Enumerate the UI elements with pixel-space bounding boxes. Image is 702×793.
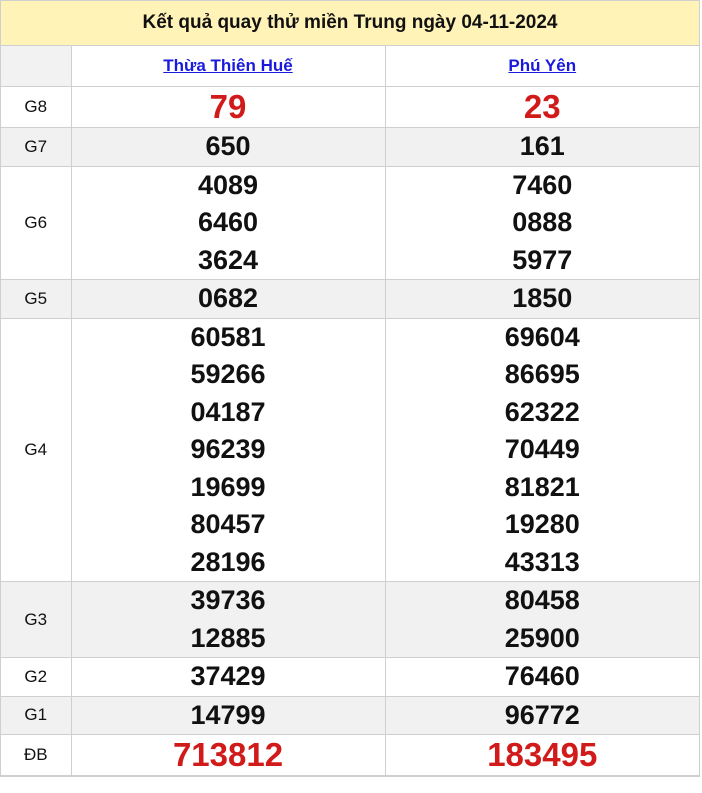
prize-number: 69604 [504, 321, 580, 352]
prize-number: 23 [523, 88, 561, 125]
lottery-results-table: Kết quả quay thử miền Trung ngày 04-11-2… [0, 0, 700, 777]
prize-number: 14799 [190, 699, 266, 730]
prize-number: 1850 [512, 283, 573, 313]
prize-label: G4 [1, 317, 72, 582]
prize-number: 0888 [512, 207, 573, 237]
prize-row-g6: G6 4089 6460 3624 7460 0888 5977 [1, 165, 699, 280]
prize-number: 5977 [512, 244, 573, 275]
prize-number: 70449 [504, 434, 580, 464]
prize-number: 96239 [190, 434, 266, 464]
prize-cell: 37429 [70, 657, 386, 697]
prize-cell: 650 [70, 127, 386, 167]
prize-number: 76460 [504, 661, 580, 691]
prize-cell: 161 [384, 127, 699, 167]
province-header-row: Thừa Thiên Huế Phú Yên [1, 46, 699, 87]
prize-number: 19280 [504, 509, 580, 539]
prize-cell: 80458 25900 [384, 581, 699, 658]
prize-number: 80457 [190, 509, 266, 539]
province-header: Phú Yên [384, 46, 699, 87]
prize-number: 86695 [504, 359, 580, 389]
prize-row-g8: G8 79 23 [1, 86, 699, 128]
prize-number: 96772 [504, 699, 580, 730]
prize-cell: 96772 [384, 695, 699, 735]
prize-row-g2: G2 37429 76460 [1, 657, 699, 697]
prize-cell: 23 [384, 86, 699, 128]
prize-number: 80458 [504, 585, 580, 615]
prize-label: G8 [1, 86, 72, 128]
prize-label: G3 [1, 581, 72, 658]
prize-label: ĐB [1, 734, 72, 776]
prize-cell: 14799 [70, 695, 386, 735]
prize-number: 79 [209, 88, 247, 125]
prize-row-g1: G1 14799 96772 [1, 695, 699, 735]
prize-cell: 60581 59266 04187 96239 19699 80457 2819… [70, 317, 386, 582]
prize-number: 3624 [197, 244, 259, 275]
prize-cell: 713812 [70, 734, 386, 776]
prize-number: 28196 [190, 546, 266, 577]
special-prize-number: 713812 [172, 736, 284, 773]
prize-number: 650 [205, 131, 251, 161]
prize-label: G5 [1, 279, 72, 319]
prize-label: G7 [1, 127, 72, 167]
prize-cell: 1850 [384, 279, 699, 319]
prize-number: 39736 [190, 585, 266, 615]
prize-number: 37429 [190, 661, 266, 691]
prize-number: 43313 [504, 546, 580, 577]
prize-number: 25900 [504, 622, 580, 653]
prize-number: 7460 [512, 169, 573, 200]
province-link[interactable]: Phú Yên [508, 56, 576, 75]
prize-row-special: ĐB 713812 183495 [1, 734, 699, 776]
prize-number: 19699 [190, 471, 266, 502]
prize-label: G1 [1, 695, 72, 735]
prize-number: 6460 [197, 207, 259, 237]
prize-cell: 69604 86695 62322 70449 81821 19280 4331… [384, 317, 699, 582]
prize-cell: 183495 [384, 734, 699, 776]
prize-row-g5: G5 0682 1850 [1, 279, 699, 319]
prize-cell: 4089 6460 3624 [70, 165, 386, 280]
prize-row-g4: G4 60581 59266 04187 96239 19699 80457 2… [1, 317, 699, 582]
prize-label: G6 [1, 165, 72, 280]
prize-number: 62322 [504, 396, 580, 427]
prize-row-g7: G7 650 161 [1, 127, 699, 167]
province-link[interactable]: Thừa Thiên Huế [163, 56, 292, 75]
prize-label: G2 [1, 657, 72, 697]
prize-row-g3: G3 39736 12885 80458 25900 [1, 581, 699, 658]
prize-number: 60581 [190, 321, 266, 352]
prize-cell: 39736 12885 [70, 581, 386, 658]
prize-number: 4089 [197, 169, 259, 200]
prize-column-header [1, 46, 72, 87]
prize-cell: 0682 [70, 279, 386, 319]
prize-cell: 79 [70, 86, 386, 128]
page-title: Kết quả quay thử miền Trung ngày 04-11-2… [1, 1, 699, 46]
prize-cell: 7460 0888 5977 [384, 165, 699, 280]
prize-number: 59266 [190, 359, 266, 389]
prize-number: 161 [519, 131, 565, 161]
prize-number: 81821 [504, 471, 580, 502]
prize-cell: 76460 [384, 657, 699, 697]
province-header: Thừa Thiên Huế [70, 46, 386, 87]
special-prize-number: 183495 [487, 736, 598, 773]
prize-number: 04187 [190, 396, 266, 427]
results-grid: Thừa Thiên Huế Phú Yên G8 79 23 G7 650 1… [1, 46, 699, 776]
prize-number: 0682 [197, 283, 259, 313]
prize-number: 12885 [190, 622, 266, 653]
